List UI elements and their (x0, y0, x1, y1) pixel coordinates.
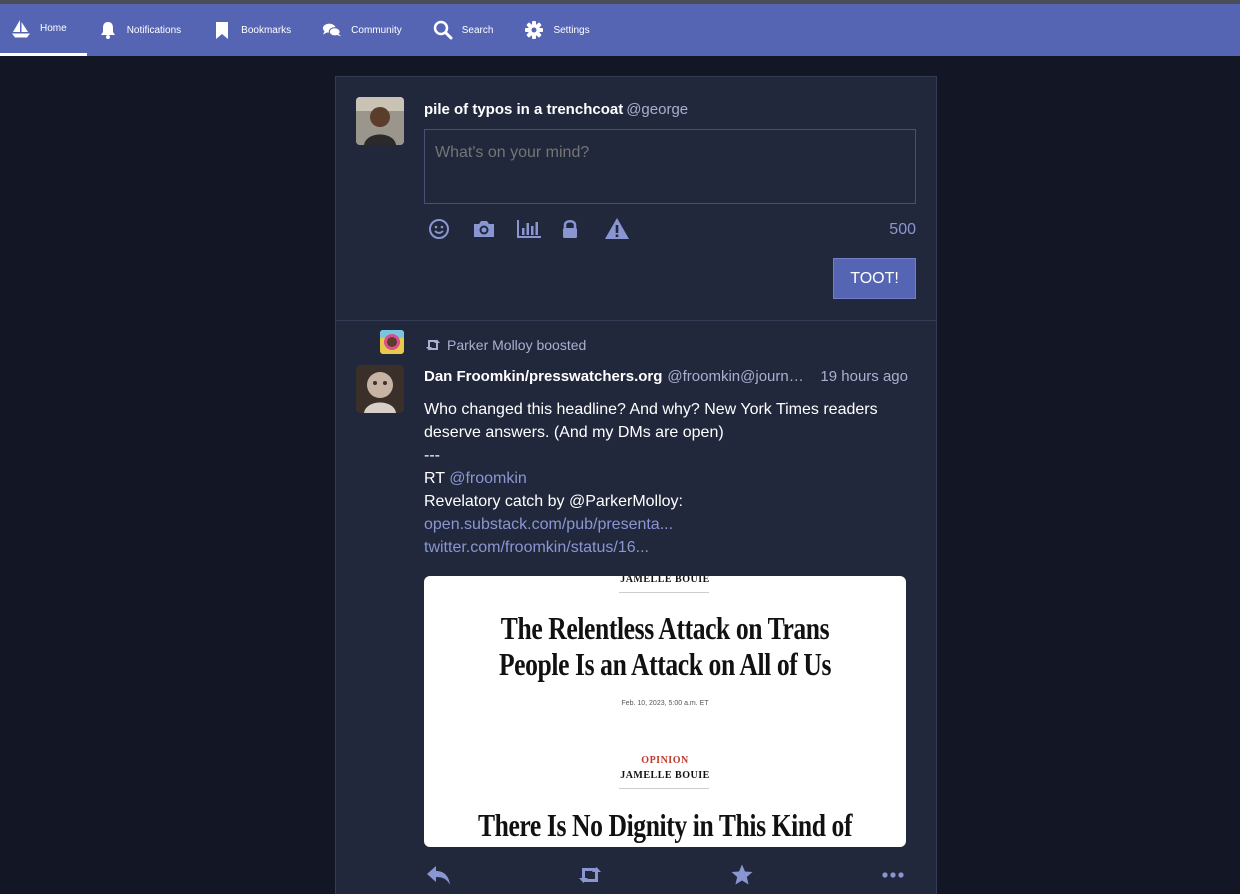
nav-search[interactable]: Search (422, 4, 514, 56)
status-text-line: Revelatory catch by @ParkerMolloy: (424, 493, 683, 510)
lock-icon[interactable] (560, 217, 604, 241)
media-author-bottom: JAMELLE BOUIE (620, 770, 710, 781)
favourite-icon[interactable] (727, 862, 757, 888)
top-navigation: Home Notifications Bookmarks Community S… (0, 4, 1240, 56)
compose-author: pile of typos in a trenchcoat @george (424, 101, 688, 118)
boosted-by-text: Parker Molloy boosted (447, 337, 587, 353)
boost-icon[interactable] (575, 862, 605, 888)
nav-community[interactable]: Community (311, 4, 422, 56)
media-headline-line: There Is No Dignity in This Kind of (477, 807, 853, 843)
boost-small-icon (425, 338, 441, 352)
comments-icon (322, 20, 342, 40)
more-icon[interactable] (878, 862, 908, 888)
media-date: Feb. 10, 2023, 5:00 a.m. ET (621, 700, 709, 707)
status-media-image[interactable]: JAMELLE BOUIE The Relentless Attack on T… (424, 576, 906, 847)
compose-divider (336, 320, 936, 321)
status-timestamp[interactable]: 19 hours ago (820, 368, 908, 385)
mention-link[interactable]: @froomkin (449, 470, 527, 487)
timeline-column: pile of typos in a trenchcoat@george 500… (335, 76, 937, 894)
compose-input[interactable] (424, 129, 916, 204)
nav-bookmarks[interactable]: Bookmarks (201, 4, 311, 56)
nav-search-label: Search (461, 24, 494, 36)
status-rt-line: RT @froomkin (424, 467, 906, 490)
compose-display-name: pile of typos in a trenchcoat (424, 101, 624, 118)
emoji-icon[interactable] (428, 217, 472, 241)
gear-icon (524, 20, 544, 40)
status-author-acct[interactable]: @froomkin@journa.... (667, 368, 811, 385)
media-rule (619, 788, 709, 789)
media-author-top: JAMELLE BOUIE (620, 576, 710, 585)
boost-indicator: Parker Molloy boosted (425, 337, 586, 353)
status-text-line: --- (424, 447, 440, 464)
status-header: Dan Froomkin/presswatchers.org @froomkin… (424, 368, 908, 385)
status-text-line: Who changed this headline? And why? New … (424, 401, 878, 441)
poll-icon[interactable] (516, 217, 560, 241)
status-action-bar (424, 862, 908, 888)
compose-handle: @george (626, 101, 689, 118)
nav-home-label: Home (40, 23, 67, 34)
nav-home[interactable]: Home (0, 4, 87, 56)
nav-notifications[interactable]: Notifications (87, 4, 201, 56)
status-content: Who changed this headline? And why? New … (424, 398, 906, 559)
camera-icon[interactable] (472, 217, 516, 241)
bell-icon (98, 20, 118, 40)
compose-avatar[interactable] (356, 97, 404, 145)
nav-settings-label: Settings (553, 24, 590, 36)
warning-icon[interactable] (604, 217, 648, 241)
booster-avatar[interactable] (380, 330, 404, 354)
status-author-name[interactable]: Dan Froomkin/presswatchers.org (424, 368, 662, 385)
nav-notifications-label: Notifications (126, 24, 182, 36)
nav-community-label: Community (351, 24, 402, 36)
search-icon (433, 20, 453, 40)
reply-icon[interactable] (424, 862, 454, 888)
twitter-link[interactable]: twitter.com/froomkin/status/16... (424, 539, 649, 556)
nav-bookmarks-label: Bookmarks (241, 24, 292, 36)
rt-prefix: RT (424, 470, 450, 487)
nav-settings[interactable]: Settings (513, 4, 609, 56)
compose-toolbar (428, 217, 648, 241)
media-headline-line: The Relentless Attack on Trans (500, 610, 830, 646)
media-rule (619, 592, 709, 593)
character-counter: 500 (889, 221, 916, 238)
bookmark-icon (212, 20, 232, 40)
substack-link[interactable]: open.substack.com/pub/presenta... (424, 516, 673, 533)
media-opinion-label: OPINION (641, 755, 689, 766)
sailboat-icon (11, 19, 31, 39)
media-headline-line: People Is an Attack on All of Us (498, 646, 832, 682)
toot-button[interactable]: TOOT! (833, 258, 916, 299)
status-author-avatar[interactable] (356, 365, 404, 413)
